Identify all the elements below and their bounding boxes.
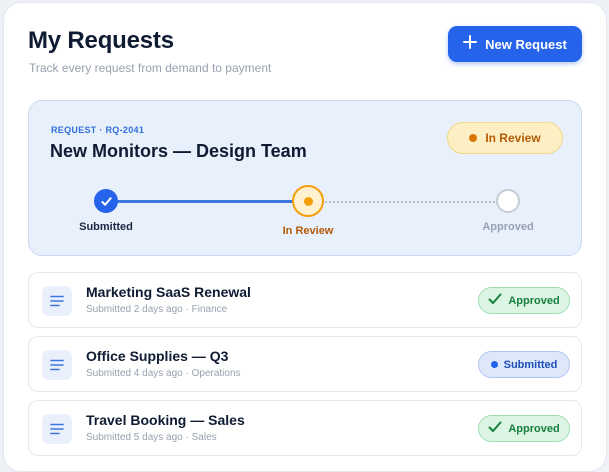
page-subtitle: Track every request from demand to payme… [29, 61, 272, 75]
page-title: My Requests [28, 27, 174, 54]
new-request-label: New Request [485, 36, 567, 52]
step-label-submitted: Submitted [79, 221, 133, 233]
step-approved-icon [496, 189, 520, 213]
step-submitted-check-icon [94, 189, 118, 213]
list-item[interactable]: Travel Booking — Sales Submitted 5 days … [28, 400, 582, 456]
requests-card: My Requests Track every request from dem… [3, 2, 607, 472]
check-icon [488, 293, 502, 308]
status-badge: In Review [447, 122, 563, 154]
request-title: Office Supplies — Q3 [86, 348, 229, 364]
request-title: Marketing SaaS Renewal [86, 284, 251, 300]
status-dot-icon [490, 361, 498, 368]
request-meta: Submitted 2 days ago · Finance [86, 304, 228, 315]
document-icon [42, 350, 72, 380]
new-request-button[interactable]: New Request [448, 26, 582, 62]
featured-request-card[interactable]: REQUEST · RQ-2041 New Monitors — Design … [28, 100, 582, 256]
status-badge-label: Submitted [503, 358, 558, 371]
step-label-in-review: In Review [282, 225, 334, 237]
step-in-review-icon [292, 185, 324, 217]
featured-request-title: New Monitors — Design Team [50, 141, 307, 161]
document-icon [42, 286, 72, 316]
status-dot-icon [469, 134, 478, 142]
status-badge: Approved [478, 287, 570, 314]
step-label-approved: Approved [482, 221, 534, 233]
status-badge: Approved [478, 415, 570, 442]
status-badge-label: Approved [508, 422, 560, 435]
list-item[interactable]: Office Supplies — Q3 Submitted 4 days ag… [28, 336, 582, 392]
document-icon [42, 414, 72, 444]
request-title: Travel Booking — Sales [86, 412, 245, 428]
status-badge-label: In Review [485, 131, 541, 145]
progress-line-complete [107, 200, 296, 203]
request-id: REQUEST · RQ-2041 [51, 125, 145, 135]
plus-icon [463, 33, 478, 53]
progress-line-pending [325, 201, 507, 203]
request-meta: Submitted 4 days ago · Operations [86, 368, 241, 379]
request-meta: Submitted 5 days ago · Sales [86, 432, 217, 443]
status-badge-label: Approved [508, 294, 560, 307]
list-item[interactable]: Marketing SaaS Renewal Submitted 2 days … [28, 272, 582, 328]
check-icon [488, 421, 502, 436]
status-badge: Submitted [478, 351, 570, 378]
